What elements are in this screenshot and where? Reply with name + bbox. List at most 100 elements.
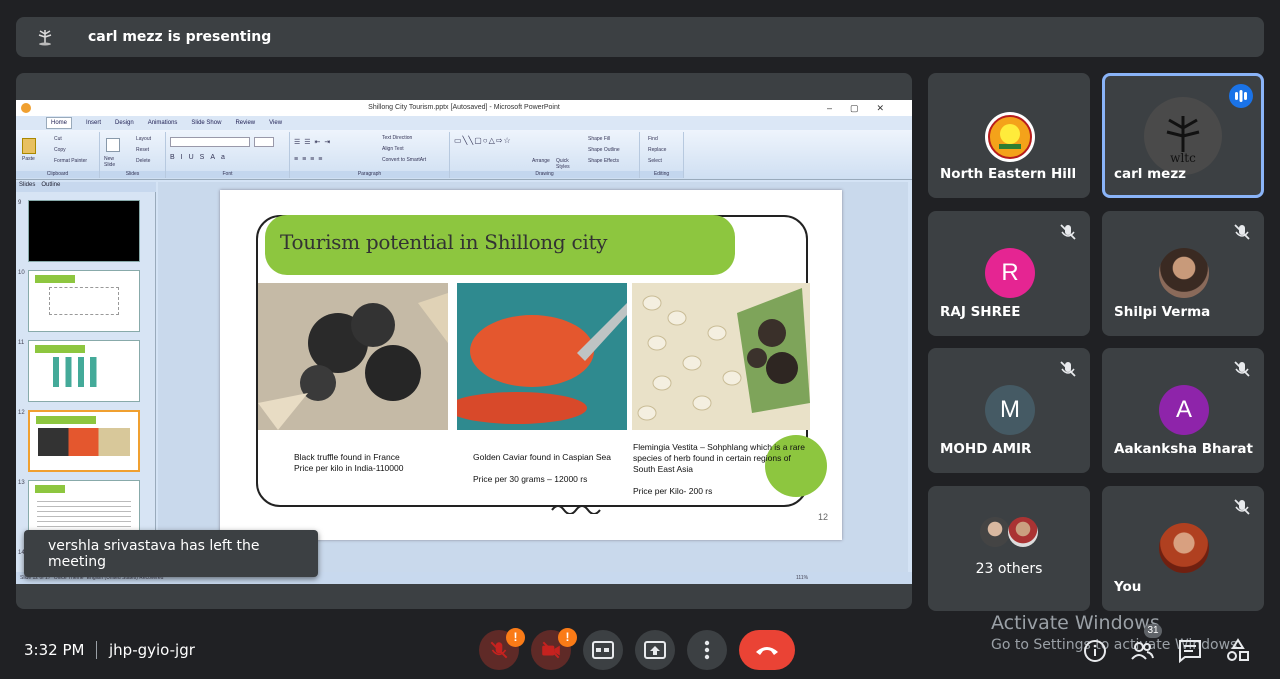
- text-direction-button[interactable]: Text Direction: [382, 135, 412, 141]
- align-text-button[interactable]: Align Text: [382, 146, 404, 152]
- ppt-title-bar: Shillong City Tourism.pptx [Autosaved] -…: [16, 100, 912, 116]
- other-avatar: [980, 517, 1010, 547]
- participant-tile-active-speaker[interactable]: wltc carl mezz: [1102, 73, 1264, 198]
- slide-edit-area: Tourism potential in Shillong city Black…: [158, 182, 908, 572]
- presenting-title: carl mezz is presenting: [88, 29, 272, 45]
- people-icon[interactable]: [1129, 638, 1155, 664]
- slide-thumbnail[interactable]: [28, 340, 140, 402]
- herb-photo: [632, 283, 810, 430]
- select-button[interactable]: Select: [648, 158, 662, 164]
- copy-button[interactable]: Copy: [54, 147, 66, 153]
- org-logo-avatar: [985, 112, 1035, 162]
- shape-fill-button[interactable]: Shape Fill: [588, 136, 610, 142]
- ribbon-group-font: BIUSAa Font: [166, 132, 290, 178]
- drawing-label: Drawing: [450, 171, 639, 178]
- participant-name: Shilpi Verma: [1114, 304, 1211, 320]
- present-screen-icon: [644, 641, 666, 659]
- participant-name: MOHD AMIR: [940, 441, 1032, 457]
- shape-outline-button[interactable]: Shape Outline: [588, 147, 620, 153]
- new-slide-icon[interactable]: [106, 138, 120, 152]
- thumb-number: 12: [18, 410, 25, 416]
- arrange-button[interactable]: Arrange: [532, 158, 550, 164]
- thumb-number: 10: [18, 270, 25, 276]
- more-options-button[interactable]: [687, 630, 727, 670]
- thumb-number: 9: [18, 200, 22, 206]
- ppt-tab-slideshow[interactable]: Slide Show: [191, 120, 221, 126]
- ppt-tab-design[interactable]: Design: [115, 120, 134, 126]
- camera-warning-icon: !: [558, 628, 577, 647]
- delete-button[interactable]: Delete: [136, 158, 150, 164]
- slide-thumbnail-current[interactable]: [28, 410, 140, 472]
- current-slide[interactable]: Tourism potential in Shillong city Black…: [220, 190, 842, 540]
- layout-button[interactable]: Layout: [136, 136, 151, 142]
- others-tile[interactable]: 23 others: [928, 486, 1090, 611]
- paste-icon[interactable]: [22, 138, 36, 154]
- align-icons[interactable]: ≡≡≡≡: [294, 156, 326, 163]
- ribbon-group-paragraph: ☰☰⇤⇥ ≡≡≡≡ Text Direction Align Text Conv…: [290, 132, 450, 178]
- slides-panel: Slides Outline 9 10 11 12 13 14: [16, 182, 156, 572]
- reset-button[interactable]: Reset: [136, 147, 149, 153]
- office-button-icon[interactable]: [20, 102, 32, 114]
- ppt-tab-insert[interactable]: Insert: [86, 120, 101, 126]
- ppt-tab-view[interactable]: View: [269, 120, 282, 126]
- ppt-ribbon: Paste Cut Copy Format Painter Clipboard …: [16, 130, 912, 180]
- find-button[interactable]: Find: [648, 136, 658, 142]
- font-format-icons[interactable]: BIUSAa: [170, 154, 231, 161]
- presentation-stage[interactable]: Shillong City Tourism.pptx [Autosaved] -…: [16, 73, 912, 609]
- caviar-caption: Golden Caviar found in Caspian Sea Price…: [473, 452, 611, 484]
- closed-captions-icon: [592, 641, 614, 659]
- paste-button[interactable]: Paste: [22, 156, 35, 162]
- smartart-button[interactable]: Convert to SmartArt: [382, 157, 426, 163]
- participant-tile[interactable]: A Aakanksha Bharati: [1102, 348, 1264, 473]
- participant-tile[interactable]: R RAJ SHREE: [928, 211, 1090, 336]
- ppt-tab-home[interactable]: Home: [46, 117, 73, 129]
- format-painter-button[interactable]: Format Painter: [54, 158, 87, 164]
- cut-button[interactable]: Cut: [54, 136, 62, 142]
- meeting-info-icon[interactable]: [1082, 638, 1108, 664]
- end-call-button[interactable]: [739, 630, 795, 670]
- powerpoint-window: Shillong City Tourism.pptx [Autosaved] -…: [16, 100, 912, 584]
- hang-up-icon: [756, 647, 778, 655]
- meeting-code: jhp-gyio-jgr: [109, 641, 195, 659]
- window-controls-icon[interactable]: –▢✕: [827, 100, 902, 116]
- font-name-select[interactable]: [170, 137, 250, 147]
- slides-tab[interactable]: Slides: [19, 182, 35, 192]
- truffle-photo: [258, 283, 448, 430]
- list-icons[interactable]: ☰☰⇤⇥: [294, 138, 334, 146]
- chat-icon[interactable]: [1177, 638, 1203, 664]
- others-count: 23 others: [975, 561, 1043, 577]
- shape-effects-button[interactable]: Shape Effects: [588, 158, 619, 164]
- activities-icon[interactable]: [1225, 638, 1251, 664]
- participant-tile[interactable]: Shilpi Verma: [1102, 211, 1264, 336]
- truffle-image: [258, 283, 448, 430]
- thumb-number: 11: [18, 340, 25, 346]
- outline-tab[interactable]: Outline: [41, 182, 60, 192]
- participant-name: Aakanksha Bharati: [1114, 441, 1254, 457]
- slides-label: Slides: [100, 171, 165, 178]
- mic-off-icon: [1060, 361, 1076, 377]
- slide-thumbnail[interactable]: [28, 270, 140, 332]
- ppt-tab-animations[interactable]: Animations: [148, 120, 178, 126]
- mic-warning-icon: !: [506, 628, 525, 647]
- squiggle-decoration-icon: [551, 505, 601, 514]
- ppt-tab-review[interactable]: Review: [235, 120, 255, 126]
- ppt-zoom[interactable]: 111%: [796, 572, 808, 584]
- replace-button[interactable]: Replace: [648, 147, 666, 153]
- shapes-gallery-icon[interactable]: ▭╲╲▢○△⇨☆: [454, 136, 512, 145]
- meeting-time: 3:32 PM: [24, 641, 85, 659]
- self-tile[interactable]: You: [1102, 486, 1264, 611]
- present-button[interactable]: [635, 630, 675, 670]
- new-slide-button[interactable]: New Slide: [104, 156, 126, 168]
- caviar-image: [447, 283, 627, 430]
- captions-button[interactable]: [583, 630, 623, 670]
- participant-tile[interactable]: North Eastern Hill ...: [928, 73, 1090, 198]
- font-size-select[interactable]: [254, 137, 274, 147]
- participant-name: RAJ SHREE: [940, 304, 1021, 320]
- tree-logo-icon: wltc: [1166, 116, 1200, 165]
- slide-thumbnail[interactable]: [28, 200, 140, 262]
- quick-styles-button[interactable]: Quick Styles: [556, 158, 576, 170]
- mic-off-icon: [1234, 224, 1250, 240]
- ribbon-group-clipboard: Paste Cut Copy Format Painter Clipboard: [16, 132, 100, 178]
- participant-name: North Eastern Hill ...: [940, 166, 1080, 182]
- participant-tile[interactable]: M MOHD AMIR: [928, 348, 1090, 473]
